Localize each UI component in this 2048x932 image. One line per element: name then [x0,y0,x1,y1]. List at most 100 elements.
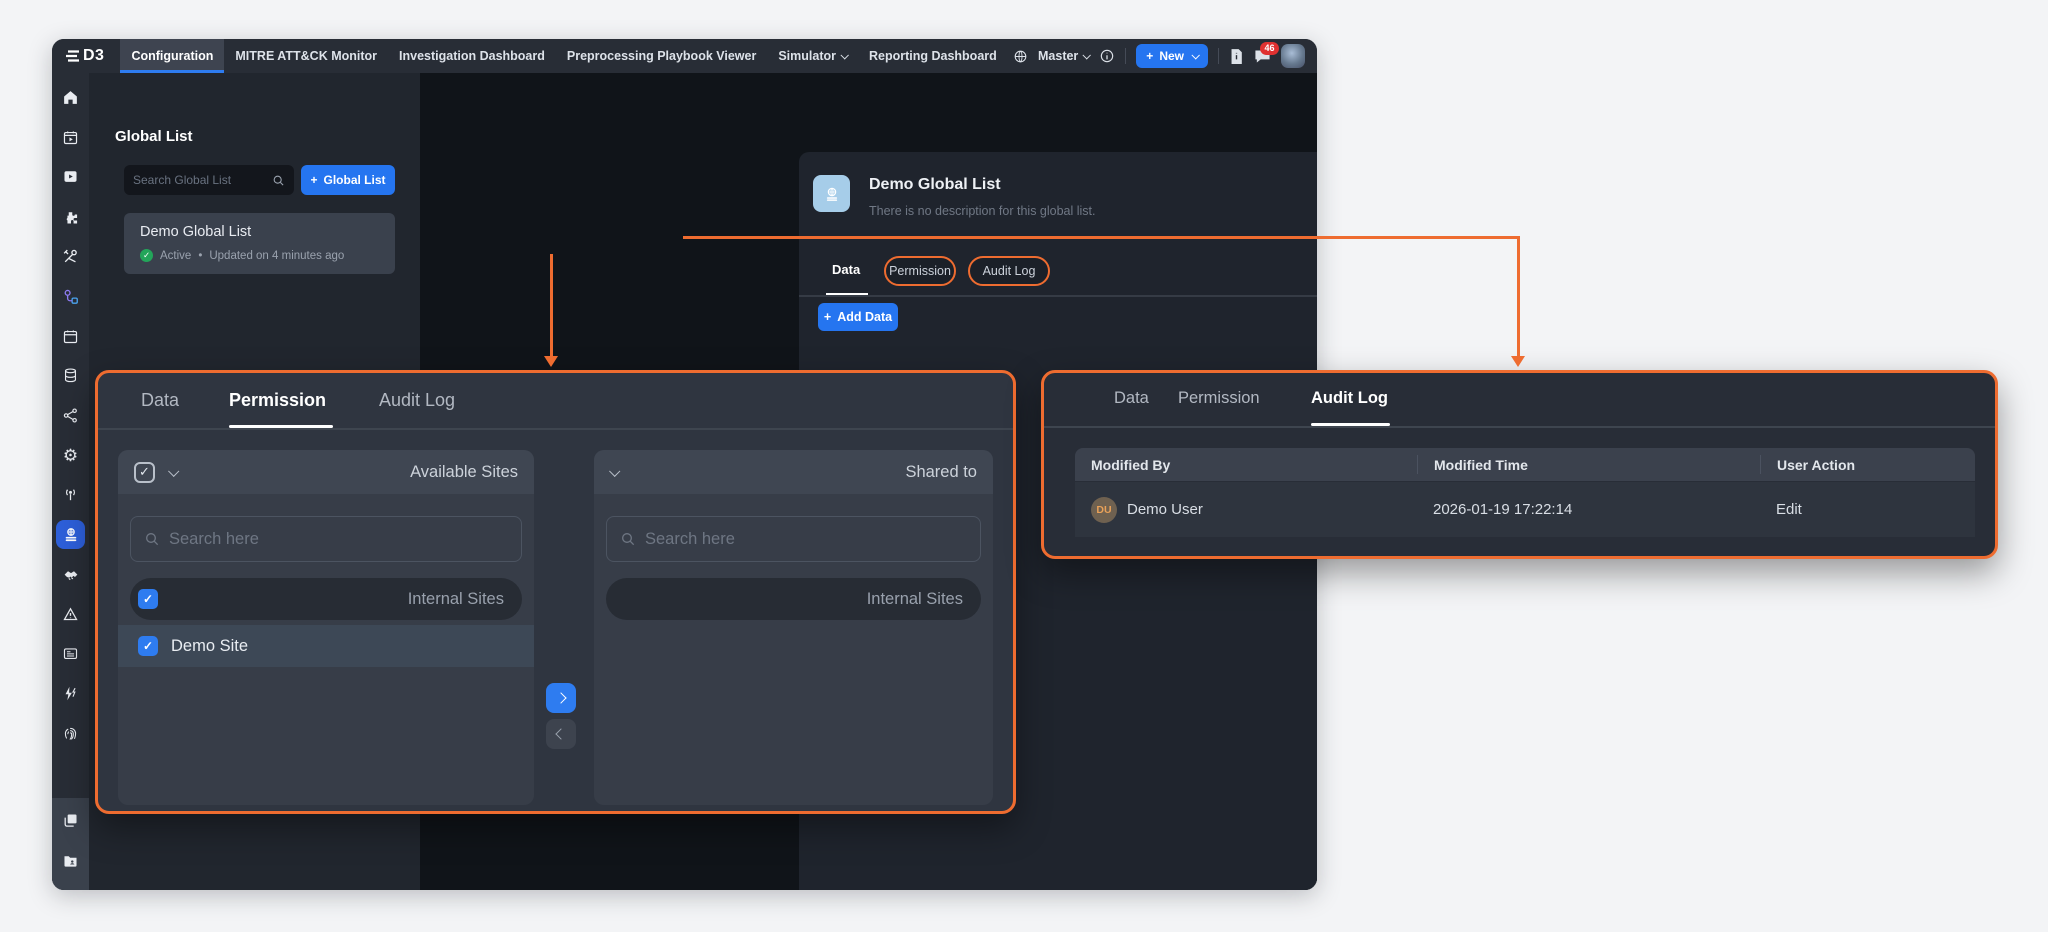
audit-table-header: Modified By Modified Time User Action [1075,448,1975,481]
column-modified-time: Modified Time [1417,455,1760,474]
tab-audit-log[interactable]: Audit Log [379,390,455,411]
tab-data[interactable]: Data [832,262,860,277]
tabs-divider [1044,426,1995,428]
nav-item-mitre-attck-monitor[interactable]: MITRE ATT&CK Monitor [224,39,388,73]
modified-by-cell: DU Demo User [1075,497,1417,523]
nav-item-configuration[interactable]: Configuration [120,39,224,73]
site-row-demo-site[interactable]: ✓ Demo Site [118,625,534,667]
tenant-selector[interactable]: Master [1038,49,1089,63]
notifications[interactable]: 46 [1254,49,1271,64]
group-label: Internal Sites [408,590,504,609]
plus-icon: + [310,173,317,187]
ai-settings-gear-icon[interactable]: ⚙ [56,441,85,470]
chevron-down-icon[interactable] [168,466,179,477]
incident-alert-icon[interactable] [56,600,85,629]
search-icon [272,174,285,187]
workflow-icon[interactable] [56,282,85,311]
playbook-run-icon[interactable] [56,162,85,191]
shared-to-search-input[interactable] [645,530,967,549]
nav-item-simulator[interactable]: Simulator [767,39,858,73]
nav-item-reporting-dashboard[interactable]: Reporting Dashboard [858,39,1008,73]
annotation-arrow-audit-head [1511,356,1525,367]
tab-permission[interactable]: Permission [229,390,326,411]
available-sites-box: ✓ Available Sites ✓ Internal Sites ✓ Dem… [118,450,534,805]
record-card-icon[interactable] [56,639,85,668]
globe-icon [1013,49,1028,64]
schedule-icon[interactable] [56,123,85,152]
divider [1125,48,1126,64]
chevron-down-icon [1191,51,1199,59]
sidebar-bottom-section: ⚙ [52,798,89,890]
nav-item-investigation-dashboard[interactable]: Investigation Dashboard [388,39,556,73]
tab-audit-log[interactable]: Audit Log [1311,389,1388,408]
chevron-down-icon [1083,51,1091,59]
settings-gear-icon[interactable]: ⚙ [56,885,85,890]
page-title: Global List [115,128,193,145]
global-list-search[interactable] [124,165,294,195]
available-sites-search[interactable] [130,516,522,562]
database-icon[interactable] [56,361,85,390]
column-user-action: User Action [1760,455,1975,474]
fingerprint-icon[interactable] [56,719,85,748]
status-active-icon: ✓ [140,249,153,262]
move-left-button[interactable] [546,719,576,749]
global-list-icon[interactable] [56,520,85,549]
shared-to-search[interactable] [606,516,981,562]
new-button[interactable]: + New [1136,44,1208,68]
tab-audit-log[interactable]: Audit Log [968,256,1050,286]
screenshot-canvas: D3 Configuration MITRE ATT&CK Monitor In… [0,0,2048,932]
status-label: Active [160,250,191,262]
chevron-left-icon [555,728,566,739]
partnership-handshake-icon[interactable] [56,560,85,589]
automation-bolts-icon[interactable] [56,679,85,708]
shared-to-title: Shared to [905,463,977,482]
chevron-down-icon[interactable] [609,466,620,477]
notification-badge: 46 [1260,42,1279,55]
tab-permission[interactable]: Permission [884,256,956,286]
tabs-divider [799,295,1317,297]
modified-time-cell: 2026-01-19 17:22:14 [1417,501,1760,518]
annotation-arrow-permission-line [550,254,553,357]
divider [1218,48,1219,64]
logo-bars-icon [66,50,80,62]
audit-table-row[interactable]: DU Demo User 2026-01-19 17:22:14 Edit [1075,482,1975,537]
release-notes-icon[interactable] [1229,48,1244,65]
site-checkbox[interactable]: ✓ [138,636,158,656]
tab-data[interactable]: Data [1114,389,1149,408]
home-icon[interactable] [56,83,85,112]
app-logo[interactable]: D3 [66,47,104,65]
signal-icon[interactable] [56,480,85,509]
available-sites-search-input[interactable] [169,530,508,549]
add-data-button[interactable]: + Add Data [818,303,898,331]
internal-sites-group[interactable]: Internal Sites [606,578,981,620]
detail-title: Demo Global List [869,176,1001,194]
user-avatar[interactable] [1281,44,1305,68]
tenant-label: Master [1038,49,1078,63]
top-nav: D3 Configuration MITRE ATT&CK Monitor In… [52,39,1317,73]
internal-sites-group[interactable]: ✓ Internal Sites [130,578,522,620]
integrations-puzzle-icon[interactable] [56,203,85,232]
shared-to-box: Shared to Internal Sites [594,450,993,805]
add-global-list-button[interactable]: + Global List [301,165,395,195]
annotation-arrow-audit-vline [1517,236,1520,357]
tab-data[interactable]: Data [141,390,179,411]
info-icon[interactable] [1099,48,1115,64]
global-list-search-input[interactable] [133,173,266,187]
audit-log-table: Modified By Modified Time User Action DU… [1075,448,1975,537]
audit-log-callout-panel: Data Permission Audit Log Modified By Mo… [1041,370,1998,559]
group-checkbox[interactable]: ✓ [138,589,158,609]
link-analysis-icon[interactable] [56,401,85,430]
tab-permission[interactable]: Permission [1178,389,1260,408]
select-all-checkbox[interactable]: ✓ [134,462,155,483]
group-label: Internal Sites [867,590,963,609]
global-list-card[interactable]: Demo Global List ✓ Active • Updated on 4… [124,213,395,274]
nav-right-controls: Master + New 46 [1013,44,1305,68]
documents-copy-icon[interactable] [56,806,85,835]
calendar-icon[interactable] [56,322,85,351]
move-right-button[interactable] [546,683,576,713]
nav-item-preprocessing-playbook-viewer[interactable]: Preprocessing Playbook Viewer [556,39,767,73]
logo-text: D3 [83,47,104,65]
shared-folder-icon[interactable] [56,846,85,875]
utility-tools-icon[interactable] [56,242,85,271]
user-avatar: DU [1091,497,1117,523]
